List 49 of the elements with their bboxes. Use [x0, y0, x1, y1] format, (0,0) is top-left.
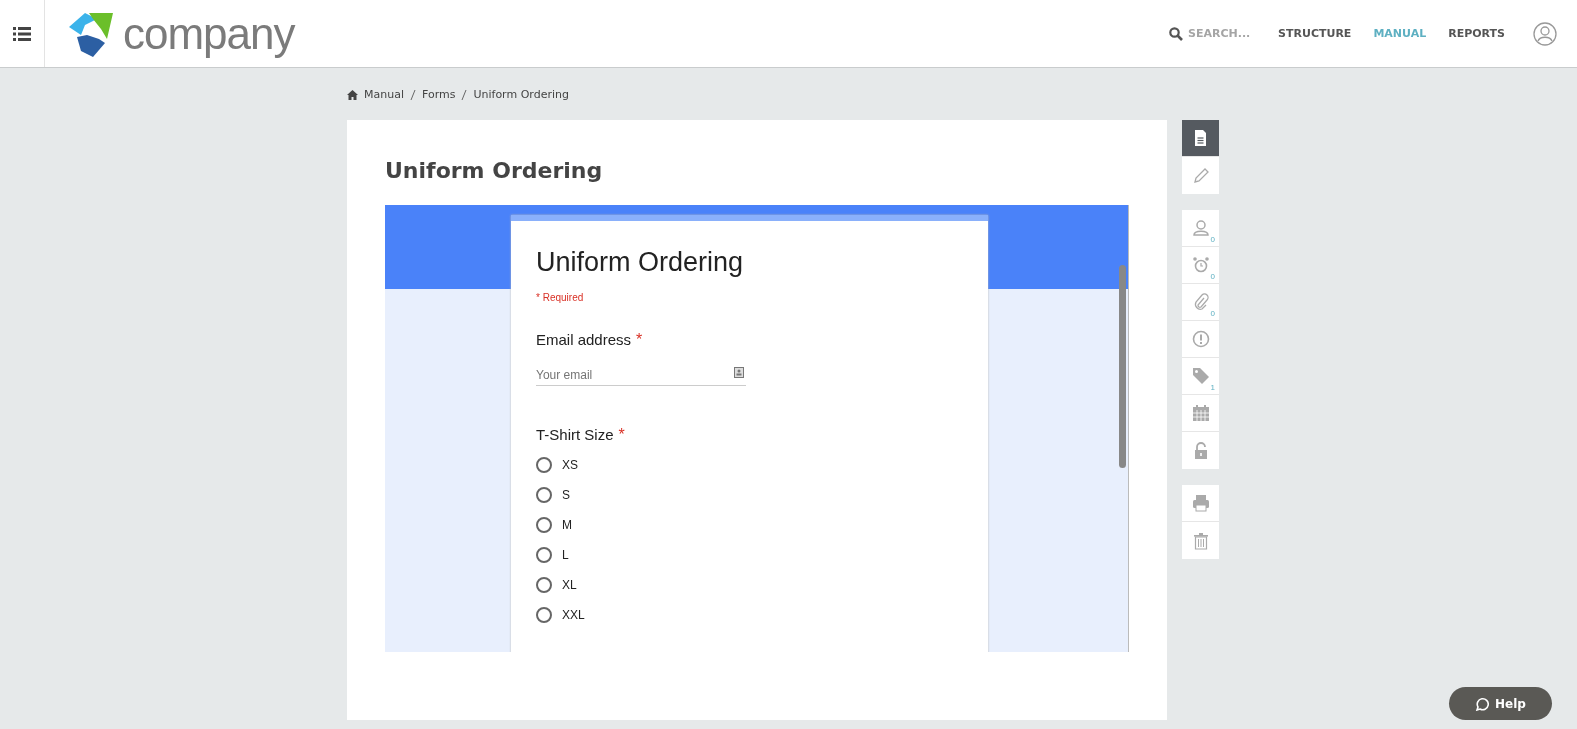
calendar-icon: [1191, 404, 1210, 422]
count-label: 0: [1210, 309, 1215, 318]
radio-button[interactable]: [536, 547, 552, 563]
help-button[interactable]: Help: [1449, 687, 1552, 720]
question-label: T-Shirt Size: [536, 426, 614, 443]
nav-link[interactable]: STRUCTURE: [1278, 27, 1352, 40]
radio-button[interactable]: [536, 577, 552, 593]
search-icon: [1169, 26, 1184, 41]
required-note: * Required: [536, 292, 585, 303]
radio-button[interactable]: [536, 457, 552, 473]
question-label: Email address: [536, 331, 632, 348]
breadcrumb-link[interactable]: Manual: [364, 88, 404, 101]
radio-button[interactable]: [536, 487, 552, 503]
menu-icon: [13, 26, 31, 41]
home-icon: [347, 89, 358, 100]
option-label: XXL: [562, 608, 585, 622]
count-label: 0: [1210, 272, 1215, 281]
scrollbar-thumb[interactable]: [1119, 265, 1126, 468]
required-mark: *: [618, 426, 625, 444]
alarm-clock-icon: [1191, 256, 1210, 274]
email-field[interactable]: Your email: [536, 368, 746, 386]
option-label: XL: [562, 578, 577, 592]
tag-icon: [1191, 367, 1210, 385]
breadcrumb-link[interactable]: Uniform Ordering: [473, 88, 569, 101]
speech-bubble-icon: [1475, 696, 1490, 711]
option-label: S: [562, 488, 570, 502]
count-label: 0: [1210, 235, 1215, 244]
page-title: Uniform Ordering: [385, 158, 604, 183]
separator-icon: [410, 89, 416, 100]
required-mark: *: [636, 331, 643, 349]
alert-circle-icon: [1191, 330, 1210, 348]
option-label: XS: [562, 458, 578, 472]
logo-text: company: [123, 8, 295, 59]
separator-icon: [461, 89, 468, 100]
trash-icon: [1191, 531, 1210, 550]
option-label: L: [562, 548, 569, 562]
user-avatar-icon[interactable]: [1533, 21, 1557, 46]
toolbar-button[interactable]: [1182, 120, 1219, 157]
pencil-icon: [1191, 166, 1210, 185]
radio-button[interactable]: [536, 517, 552, 533]
form-title: Uniform Ordering: [536, 247, 745, 278]
person-icon: [1191, 219, 1210, 237]
option-label: M: [562, 518, 572, 532]
breadcrumb-link[interactable]: Forms: [422, 88, 456, 101]
count-label: 1: [1210, 383, 1215, 392]
printer-icon: [1191, 494, 1210, 512]
radio-button[interactable]: [536, 607, 552, 623]
nav-link[interactable]: REPORTS: [1448, 27, 1505, 40]
contact-card-icon: [734, 367, 744, 378]
